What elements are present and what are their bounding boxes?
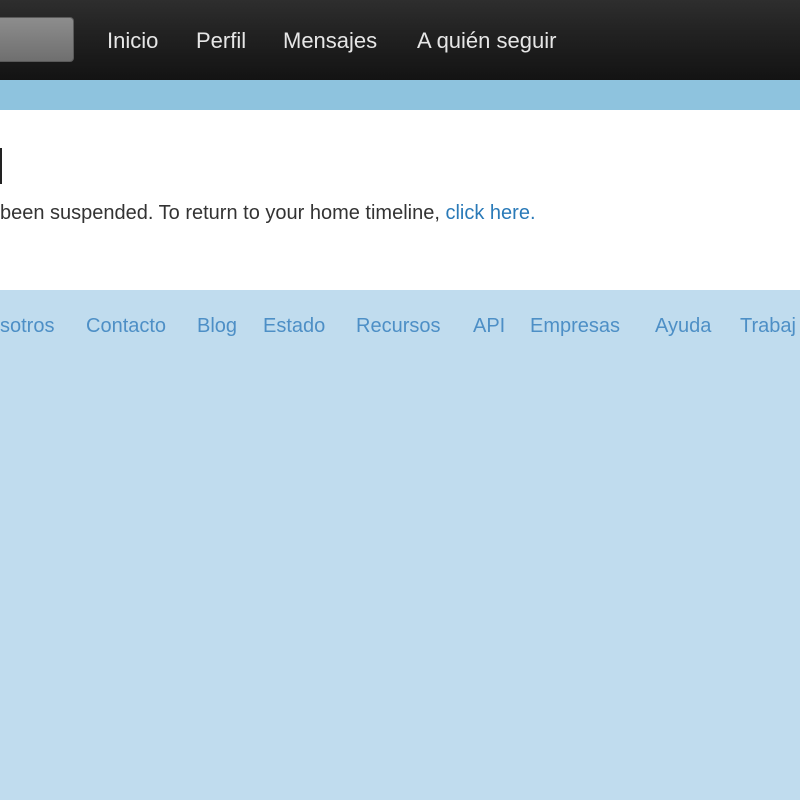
footer-link-contacto[interactable]: Contacto: [86, 312, 166, 340]
footer-link-api[interactable]: API: [473, 312, 505, 340]
footer-link-recursos[interactable]: Recursos: [356, 312, 440, 340]
header-strip: [0, 80, 800, 110]
footer-link-nosotros[interactable]: sotros: [0, 312, 54, 340]
nav-item-mensajes[interactable]: Mensajes: [283, 26, 377, 56]
nav-item-inicio[interactable]: Inicio: [107, 26, 158, 56]
home-timeline-link[interactable]: click here.: [445, 202, 535, 224]
footer-link-estado[interactable]: Estado: [263, 312, 325, 340]
nav-item-perfil[interactable]: Perfil: [196, 26, 246, 56]
footer-link-ayuda[interactable]: Ayuda: [655, 312, 711, 340]
footer-link-trabajos[interactable]: Trabaj: [740, 312, 796, 340]
search-input[interactable]: [0, 17, 74, 62]
footer-link-empresas[interactable]: Empresas: [530, 312, 620, 340]
page-heading-fragment: [0, 148, 2, 184]
top-navigation-bar: Inicio Perfil Mensajes A quién seguir: [0, 0, 800, 81]
suspended-message: been suspended. To return to your home t…: [0, 199, 536, 227]
nav-item-a-quien-seguir[interactable]: A quién seguir: [417, 26, 556, 56]
suspended-message-text: been suspended. To return to your home t…: [0, 202, 446, 224]
footer-link-blog[interactable]: Blog: [197, 312, 237, 340]
